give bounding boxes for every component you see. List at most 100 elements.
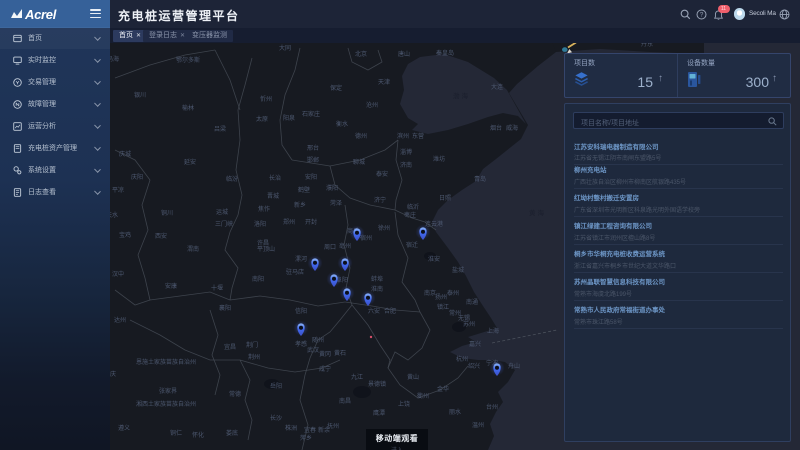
svg-text:张家界: 张家界	[159, 387, 177, 395]
svg-text:苏州: 苏州	[463, 320, 475, 328]
svg-text:东营: 东营	[412, 132, 424, 140]
svg-text:咸宁: 咸宁	[319, 365, 331, 373]
svg-text:嘉兴: 嘉兴	[469, 340, 481, 348]
svg-text:株洲: 株洲	[285, 424, 297, 432]
svg-text:菏泽: 菏泽	[330, 199, 342, 207]
svg-text:亳州: 亳州	[339, 242, 351, 250]
svg-text:天水: 天水	[110, 211, 118, 219]
svg-text:淮安: 淮安	[428, 255, 440, 263]
svg-text:南通: 南通	[466, 298, 478, 306]
svg-text:济南: 济南	[400, 161, 412, 169]
svg-text:温州: 温州	[472, 421, 484, 429]
svg-text:晋城: 晋城	[267, 193, 279, 200]
svg-text:湘西土家族苗族自治州: 湘西土家族苗族自治州	[136, 400, 196, 408]
svg-text:威海: 威海	[506, 124, 518, 132]
svg-text:常德: 常德	[229, 390, 241, 398]
svg-text:保定: 保定	[330, 84, 342, 92]
svg-text:驻马店: 驻马店	[286, 268, 304, 276]
svg-text:三门峡: 三门峡	[215, 220, 233, 228]
svg-text:景德镇: 景德镇	[368, 380, 386, 388]
svg-text:银川: 银川	[134, 91, 146, 99]
svg-text:忻州: 忻州	[260, 95, 272, 103]
svg-text:镇江: 镇江	[437, 303, 449, 311]
svg-text:六安: 六安	[368, 307, 380, 315]
svg-text:开封: 开封	[305, 218, 317, 226]
svg-text:周口: 周口	[324, 244, 336, 251]
svg-text:滨州: 滨州	[397, 132, 409, 140]
svg-text:宜昌: 宜昌	[224, 343, 236, 351]
svg-text:吕梁: 吕梁	[214, 125, 226, 133]
svg-text:漯河: 漯河	[295, 255, 307, 263]
svg-text:上饶: 上饶	[398, 400, 410, 408]
svg-text:金华: 金华	[437, 385, 449, 393]
svg-text:鹰潭: 鹰潭	[373, 409, 385, 417]
svg-text:鹤壁: 鹤壁	[298, 186, 310, 194]
svg-text:大同: 大同	[279, 44, 291, 52]
svg-text:黄海: 黄海	[529, 208, 546, 217]
svg-text:荆州: 荆州	[248, 353, 260, 361]
svg-text:太原: 太原	[256, 115, 268, 123]
svg-text:杭州: 杭州	[456, 355, 468, 363]
svg-text:西安: 西安	[155, 232, 167, 240]
svg-text:重庆: 重庆	[110, 370, 116, 378]
svg-text:宝鸡: 宝鸡	[119, 231, 131, 239]
svg-text:萍乡: 萍乡	[300, 434, 312, 442]
svg-text:德州: 德州	[355, 132, 367, 140]
svg-text:渭南: 渭南	[187, 245, 199, 253]
svg-text:遵义: 遵义	[118, 424, 130, 432]
svg-text:庆城: 庆城	[119, 150, 131, 158]
svg-text:枣庄: 枣庄	[404, 211, 416, 219]
svg-text:无锡: 无锡	[458, 314, 470, 322]
svg-text:丽水: 丽水	[449, 408, 461, 416]
svg-text:信阳: 信阳	[295, 307, 307, 315]
svg-text:娄底: 娄底	[226, 429, 238, 437]
svg-text:潍坊: 潍坊	[433, 155, 445, 163]
svg-text:唐山: 唐山	[398, 50, 410, 58]
svg-text:?: ?	[699, 12, 703, 19]
svg-text:舟山: 舟山	[508, 362, 520, 370]
svg-text:泰州: 泰州	[447, 289, 459, 297]
svg-text:焦作: 焦作	[258, 205, 270, 213]
svg-text:榆林: 榆林	[182, 104, 194, 112]
svg-text:南阳: 南阳	[252, 275, 264, 283]
svg-text:衡水: 衡水	[336, 120, 348, 128]
svg-text:秦皇岛: 秦皇岛	[436, 49, 454, 57]
svg-text:衢州: 衢州	[417, 392, 429, 400]
svg-text:沧州: 沧州	[366, 101, 378, 109]
svg-text:武汉: 武汉	[307, 346, 319, 354]
svg-text:怀化: 怀化	[192, 431, 204, 439]
svg-text:邯郸: 邯郸	[307, 156, 319, 164]
svg-text:天津: 天津	[378, 79, 390, 86]
svg-text:北京: 北京	[355, 50, 367, 58]
svg-text:安康: 安康	[165, 282, 177, 290]
svg-text:绍兴: 绍兴	[468, 362, 480, 370]
svg-text:汉中: 汉中	[112, 270, 124, 278]
svg-text:许昌: 许昌	[257, 239, 269, 247]
svg-text:济宁: 济宁	[374, 196, 386, 204]
svg-text:临沂: 临沂	[407, 203, 419, 211]
svg-text:邢台: 邢台	[307, 144, 319, 152]
svg-text:盐城: 盐城	[452, 266, 464, 274]
svg-text:濮阳: 濮阳	[326, 184, 338, 192]
svg-text:乌海: 乌海	[110, 55, 119, 63]
svg-text:淄博: 淄博	[400, 148, 412, 156]
svg-text:宿迁: 宿迁	[406, 241, 418, 249]
svg-text:泰安: 泰安	[376, 170, 388, 178]
svg-text:石家庄: 石家庄	[302, 110, 320, 118]
svg-text:宜春: 宜春	[304, 426, 316, 434]
svg-text:恩施土家族苗族自治州: 恩施土家族苗族自治州	[136, 358, 196, 366]
svg-text:日照: 日照	[439, 195, 451, 202]
svg-text:淮南: 淮南	[371, 285, 383, 293]
svg-text:达州: 达州	[114, 316, 126, 324]
svg-text:荆门: 荆门	[246, 341, 258, 349]
svg-text:扬州: 扬州	[435, 293, 447, 301]
svg-text:延安: 延安	[184, 158, 196, 166]
svg-text:聊城: 聊城	[353, 158, 365, 166]
svg-text:平凉: 平凉	[112, 186, 124, 194]
svg-text:上海: 上海	[487, 327, 499, 335]
svg-text:黄石: 黄石	[334, 349, 346, 357]
svg-text:鄂尔多斯: 鄂尔多斯	[176, 56, 200, 64]
svg-text:蚌埠: 蚌埠	[371, 275, 383, 283]
svg-text:安阳: 安阳	[305, 173, 317, 181]
svg-text:新乡: 新乡	[294, 201, 306, 209]
